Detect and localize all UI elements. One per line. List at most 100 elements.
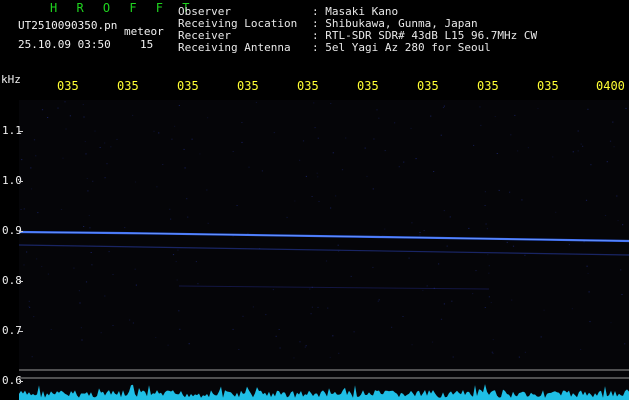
noise-speck [625, 107, 627, 109]
noise-speck [443, 303, 445, 305]
noise-speck [85, 281, 88, 283]
noise-speck [275, 335, 277, 337]
noise-speck [410, 127, 412, 129]
x-tick-label: 035 [477, 79, 499, 93]
noise-speck [612, 121, 614, 123]
noise-speck [311, 196, 313, 197]
noise-speck [443, 210, 445, 212]
noise-speck [426, 285, 428, 287]
background-noise [20, 101, 627, 359]
noise-speck [112, 274, 114, 275]
noise-speck [26, 251, 28, 253]
noise-speck [174, 125, 176, 127]
noise-speck [171, 138, 173, 140]
x-tick-label: 035 [537, 79, 559, 93]
noise-speck [613, 146, 615, 148]
noise-speck [238, 349, 240, 350]
noise-speck [78, 290, 80, 292]
noise-speck [430, 115, 432, 117]
noise-speck [124, 227, 126, 229]
noise-speck [527, 147, 529, 149]
noise-speck [452, 356, 454, 358]
x-tick-label: 035 [297, 79, 319, 93]
noise-speck [590, 164, 592, 166]
noise-speck [571, 308, 573, 310]
noise-speck [335, 195, 337, 197]
noise-speck [338, 352, 340, 354]
noise-speck [372, 188, 374, 190]
noise-speck [188, 343, 190, 345]
noise-speck [79, 302, 81, 304]
noise-speck [621, 294, 623, 295]
noise-speck [398, 166, 400, 168]
noise-speck [620, 269, 622, 271]
noise-speck [28, 300, 30, 302]
noise-speck [384, 150, 386, 152]
noise-speck [82, 104, 84, 106]
noise-speck [236, 205, 238, 206]
noise-speck [73, 267, 75, 269]
noise-speck [391, 326, 393, 328]
noise-speck [376, 109, 378, 111]
noise-speck [286, 216, 288, 218]
noise-speck [524, 351, 526, 353]
noise-speck [156, 186, 158, 188]
noise-speck [176, 279, 178, 281]
noise-speck [585, 199, 588, 201]
noise-speck [106, 163, 108, 165]
noise-speck [50, 329, 52, 330]
noise-speck [587, 272, 589, 274]
noise-speck [337, 244, 339, 246]
noise-speck [345, 137, 347, 139]
noise-speck [586, 265, 588, 267]
noise-speck [232, 151, 234, 152]
noise-speck [486, 228, 488, 230]
noise-speck [299, 159, 301, 161]
noise-speck [85, 153, 87, 155]
noise-speck [199, 153, 201, 155]
noise-speck [23, 264, 25, 266]
noise-speck [330, 103, 332, 104]
noise-speck [442, 107, 445, 108]
noise-speck [89, 227, 91, 229]
noise-speck [377, 300, 379, 302]
noise-speck [30, 188, 33, 190]
noise-speck [589, 321, 591, 323]
noise-speck [33, 139, 36, 141]
noise-speck [197, 283, 199, 285]
noise-speck [491, 351, 493, 353]
antenna-value: : 5el Yagi Az 280 for Seoul [312, 41, 491, 54]
noise-speck [446, 245, 448, 247]
noise-speck [162, 164, 164, 165]
noise-speck [403, 161, 405, 163]
noise-speck [423, 230, 425, 231]
noise-speck [64, 101, 66, 103]
noise-speck [577, 130, 579, 132]
noise-speck [112, 325, 114, 326]
noise-speck [509, 191, 511, 193]
noise-speck [511, 299, 513, 301]
noise-speck [373, 138, 375, 140]
noise-speck [317, 306, 319, 308]
x-tick-label: 035 [357, 79, 379, 93]
noise-speck [318, 201, 320, 202]
noise-speck [35, 155, 37, 157]
noise-speck [496, 153, 498, 154]
noise-speck [167, 344, 169, 346]
noise-speck [422, 289, 424, 291]
noise-speck [353, 331, 355, 333]
noise-speck [23, 208, 25, 210]
noise-speck [419, 234, 421, 236]
noise-floor-strip [19, 384, 629, 400]
app-title: H R O F F T [50, 1, 196, 15]
noise-speck [438, 263, 440, 265]
noise-speck [104, 142, 106, 144]
noise-speck [415, 158, 417, 160]
noise-speck [378, 117, 380, 119]
noise-speck [299, 341, 301, 343]
noise-speck [512, 245, 515, 247]
noise-speck [104, 177, 106, 179]
noise-speck [265, 314, 267, 316]
noise-speck [41, 109, 44, 111]
noise-speck [524, 254, 526, 256]
